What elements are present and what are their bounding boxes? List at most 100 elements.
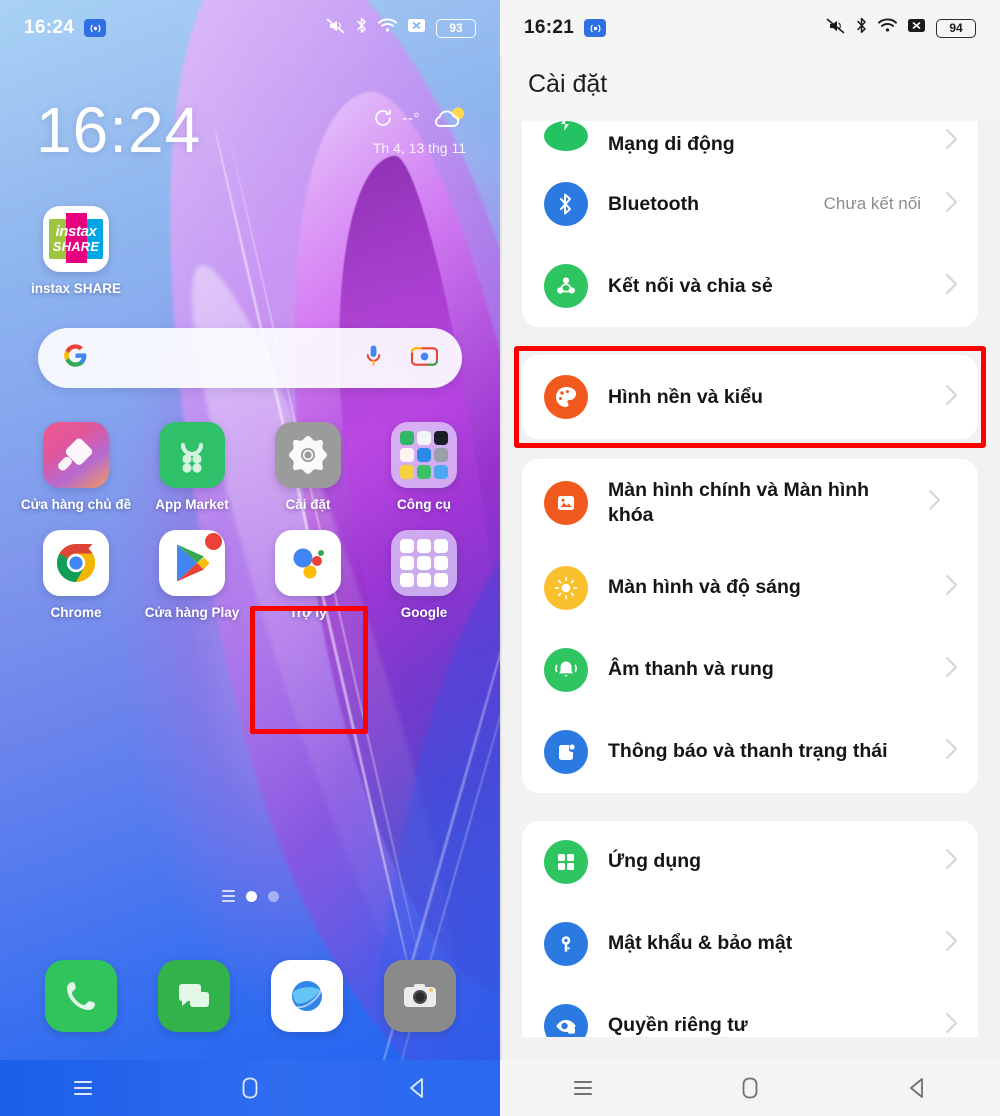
right-nav-bar xyxy=(500,1060,1000,1116)
battery-level: 93 xyxy=(449,21,463,35)
app-row-2: Chrome Cửa hàng Play Trợ lý Google xyxy=(18,530,482,620)
google-lens-icon[interactable] xyxy=(410,344,439,373)
tools-folder-icon xyxy=(391,422,457,488)
weather-temperature: --° xyxy=(402,109,420,127)
settings-item-label: Âm thanh và rung xyxy=(608,658,774,681)
home-lock-screen-icon xyxy=(544,480,588,525)
chrome-icon xyxy=(43,530,109,596)
app-label: Cài đặt xyxy=(285,497,331,512)
settings-list[interactable]: Mạng di động Bluetooth Chưa kết nối Kết … xyxy=(500,121,1000,1037)
notification-icon xyxy=(544,729,588,774)
status-time: 16:21 xyxy=(524,17,575,38)
battery-level: 94 xyxy=(949,21,963,35)
app-settings[interactable]: Cài đặt xyxy=(250,422,366,512)
privacy-eye-icon xyxy=(544,1003,588,1037)
settings-card-wallpaper: Hình nền và kiểu xyxy=(522,355,978,439)
settings-item-notifications[interactable]: Thông báo và thanh trạng thái xyxy=(522,711,978,793)
app-label: Cửa hàng chủ đề xyxy=(20,497,132,512)
left-phone-home-screen: 16:24 93 16:24 --° Th 4, 13 thg 11 insta… xyxy=(0,0,500,1116)
status-time: 16:24 xyxy=(24,17,75,38)
messages-icon[interactable] xyxy=(157,960,230,1032)
app-row-0: instax SHARE instax SHARE xyxy=(18,206,482,296)
page-indicator[interactable] xyxy=(0,890,500,902)
settings-gear-icon xyxy=(275,422,341,488)
clock-weather-widget[interactable]: 16:24 --° Th 4, 13 thg 11 xyxy=(0,98,500,162)
left-nav-bar xyxy=(0,1060,500,1116)
theme-store-icon xyxy=(43,422,109,488)
weather-widget[interactable]: --° Th 4, 13 thg 11 xyxy=(373,106,466,156)
google-folder-icon xyxy=(391,530,457,596)
app-instax-share[interactable]: instax SHARE instax SHARE xyxy=(18,206,134,296)
chevron-right-icon xyxy=(945,384,958,411)
app-tools-folder[interactable]: Công cụ xyxy=(366,422,482,512)
app-label: Trợ lý xyxy=(289,605,327,620)
app-label: App Market xyxy=(155,497,229,512)
back-icon[interactable] xyxy=(389,1068,445,1108)
google-search-bar[interactable] xyxy=(38,328,462,388)
recents-icon[interactable] xyxy=(555,1068,611,1108)
browser-icon[interactable] xyxy=(270,960,343,1032)
clock-time: 16:24 xyxy=(36,94,202,166)
settings-item-label: Kết nối và chia sẻ xyxy=(608,274,773,297)
instax-share-icon: instax SHARE xyxy=(43,206,109,272)
settings-item-display-brightness[interactable]: Màn hình và độ sáng xyxy=(522,547,978,629)
brightness-icon xyxy=(544,565,588,610)
settings-item-apps[interactable]: Ứng dụng xyxy=(522,821,978,903)
settings-item-label: Ứng dụng xyxy=(608,850,702,873)
battery-icon: 93 xyxy=(436,18,476,38)
settings-group-personalization: Hình nền và kiểu xyxy=(500,346,1000,448)
app-assistant[interactable]: Trợ lý xyxy=(250,530,366,620)
notification-badge xyxy=(205,533,222,550)
chevron-right-icon xyxy=(945,191,958,218)
app-label: Cửa hàng Play xyxy=(144,605,240,620)
settings-item-privacy[interactable]: Quyền riêng tư xyxy=(522,985,978,1037)
home-icon[interactable] xyxy=(222,1068,278,1108)
wifi-icon xyxy=(878,18,897,38)
chevron-right-icon xyxy=(945,1012,958,1037)
settings-item-password-security[interactable]: Mật khẩu & bảo mật xyxy=(522,903,978,985)
settings-item-label: Mạng di động xyxy=(608,133,735,156)
cloud-sun-icon xyxy=(435,107,464,127)
settings-item-wallpaper-style[interactable]: Hình nền và kiểu xyxy=(522,355,978,439)
hotspot-icon xyxy=(584,19,607,37)
app-label: instax SHARE xyxy=(30,281,122,296)
settings-item-connection-share[interactable]: Kết nối và chia sẻ xyxy=(522,245,978,327)
app-chrome[interactable]: Chrome xyxy=(18,530,134,620)
settings-item-label: Màn hình và độ sáng xyxy=(608,576,801,599)
bluetooth-icon xyxy=(544,182,588,226)
settings-item-value: Chưa kết nối xyxy=(823,194,921,213)
sound-vibration-icon xyxy=(544,647,588,692)
page-dot[interactable] xyxy=(267,890,279,902)
chevron-right-icon xyxy=(945,848,958,875)
phone-icon[interactable] xyxy=(44,960,117,1032)
app-market[interactable]: App Market xyxy=(134,422,250,512)
right-phone-settings-screen: 16:21 94 Cài đặt Mạng di động Bluetooth … xyxy=(500,0,1000,1116)
camera-icon[interactable] xyxy=(383,960,456,1032)
back-icon[interactable] xyxy=(889,1068,945,1108)
settings-item-bluetooth[interactable]: Bluetooth Chưa kết nối xyxy=(522,163,978,245)
home-icon[interactable] xyxy=(722,1068,778,1108)
app-row-1: Cửa hàng chủ đề App Market Cài đặt Công … xyxy=(18,422,482,512)
settings-item-home-lock-screen[interactable]: Màn hình chính và Màn hình khóa xyxy=(522,459,978,547)
settings-item-label: Màn hình chính và Màn hình khóa xyxy=(608,479,870,526)
recents-icon[interactable] xyxy=(55,1068,111,1108)
app-google-folder[interactable]: Google xyxy=(366,530,482,620)
chevron-right-icon xyxy=(945,930,958,957)
apps-grid-icon xyxy=(544,839,588,884)
settings-item-label: Bluetooth xyxy=(608,192,699,215)
app-grid: instax SHARE instax SHARE xyxy=(0,206,500,296)
settings-group-system: Ứng dụng Mật khẩu & bảo mật Quyền riêng … xyxy=(522,820,978,1037)
google-assistant-icon xyxy=(275,530,341,596)
app-play-store[interactable]: Cửa hàng Play xyxy=(134,530,250,620)
settings-item-mobile-network[interactable]: Mạng di động xyxy=(522,121,978,163)
microphone-icon[interactable] xyxy=(362,343,385,374)
bluetooth-icon xyxy=(856,17,867,39)
settings-item-sound-vibration[interactable]: Âm thanh và rung xyxy=(522,629,978,711)
settings-group-connectivity: Mạng di động Bluetooth Chưa kết nối Kết … xyxy=(522,121,978,327)
page-dot-active[interactable] xyxy=(245,890,257,902)
refresh-icon[interactable] xyxy=(373,108,393,128)
chevron-right-icon xyxy=(928,489,941,516)
app-label: Công cụ xyxy=(397,497,451,512)
app-theme-store[interactable]: Cửa hàng chủ đề xyxy=(18,422,134,512)
app-drawer-icon[interactable] xyxy=(221,890,235,902)
